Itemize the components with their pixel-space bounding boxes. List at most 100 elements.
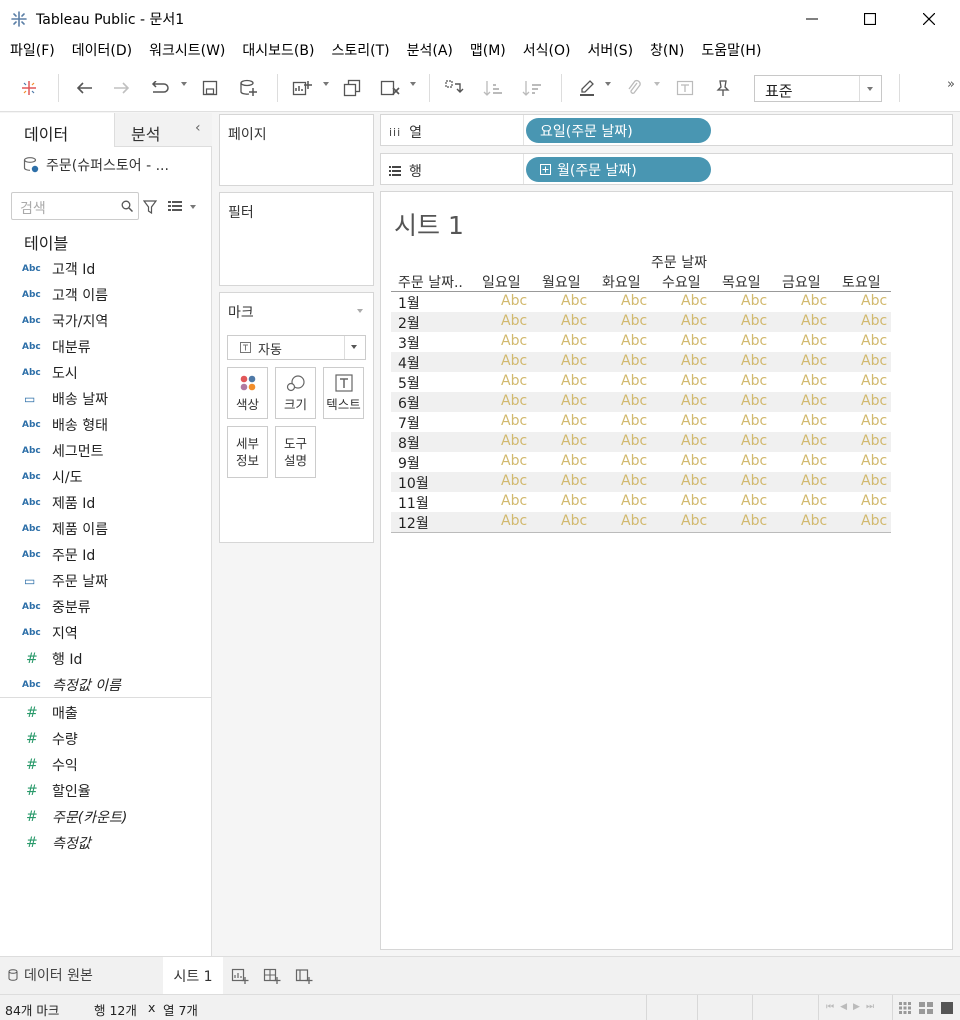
row-header[interactable]: 2월 xyxy=(398,313,420,333)
new-datasource-button[interactable] xyxy=(236,76,260,100)
table-cell[interactable]: Abc xyxy=(561,433,587,449)
table-cell[interactable]: Abc xyxy=(801,393,827,409)
table-cell[interactable]: Abc xyxy=(801,513,827,529)
field-search-input[interactable]: 검색 xyxy=(11,192,139,220)
table-cell[interactable]: Abc xyxy=(561,293,587,309)
tabs-view-icon[interactable] xyxy=(941,1002,953,1014)
field-item[interactable]: Abc 제품 Id xyxy=(22,490,210,516)
sort-ascending-button[interactable] xyxy=(481,76,505,100)
group-members-button[interactable] xyxy=(622,76,646,100)
table-cell[interactable]: Abc xyxy=(741,393,767,409)
table-cell[interactable]: Abc xyxy=(621,453,647,469)
menu-item-0[interactable]: 파일(F) xyxy=(4,38,61,64)
table-cell[interactable]: Abc xyxy=(741,293,767,309)
table-cell[interactable]: Abc xyxy=(801,293,827,309)
table-cell[interactable]: Abc xyxy=(561,513,587,529)
new-story-tab-button[interactable] xyxy=(293,965,315,987)
menu-item-4[interactable]: 스토리(T) xyxy=(325,38,395,64)
sheet-tab-sheet1[interactable]: 시트 1 xyxy=(163,957,223,995)
table-cell[interactable]: Abc xyxy=(741,373,767,389)
column-header[interactable]: 수요일 xyxy=(662,272,701,292)
menu-item-6[interactable]: 맵(M) xyxy=(464,38,512,64)
table-cell[interactable]: Abc xyxy=(801,353,827,369)
columns-pill-weekday[interactable]: 요일(주문 날짜) xyxy=(526,118,711,143)
column-header[interactable]: 목요일 xyxy=(722,272,761,292)
table-cell[interactable]: Abc xyxy=(861,413,887,429)
column-field-header[interactable]: 주문 날짜 xyxy=(651,252,707,272)
collapse-pane-icon[interactable]: ‹ xyxy=(195,120,201,136)
show-mark-labels-button[interactable] xyxy=(673,76,697,100)
minimize-button[interactable] xyxy=(783,0,841,38)
row-header[interactable]: 6월 xyxy=(398,393,420,413)
table-cell[interactable]: Abc xyxy=(501,353,527,369)
row-header[interactable]: 1월 xyxy=(398,293,420,313)
table-cell[interactable]: Abc xyxy=(561,373,587,389)
new-worksheet-tab-button[interactable] xyxy=(229,965,251,987)
table-cell[interactable]: Abc xyxy=(861,433,887,449)
column-header[interactable]: 화요일 xyxy=(602,272,641,292)
highlight-button[interactable] xyxy=(575,76,599,100)
group-dropdown-caret[interactable] xyxy=(654,82,660,86)
view-options-icon[interactable] xyxy=(168,201,182,212)
color-mark-button[interactable]: 색상 xyxy=(227,367,268,419)
table-cell[interactable]: Abc xyxy=(741,493,767,509)
table-cell[interactable]: Abc xyxy=(681,493,707,509)
table-cell[interactable]: Abc xyxy=(621,373,647,389)
label-mark-button[interactable]: 텍스트 xyxy=(323,367,364,419)
table-cell[interactable]: Abc xyxy=(621,473,647,489)
field-item[interactable]: # 측정값 xyxy=(22,830,210,856)
table-cell[interactable]: Abc xyxy=(741,313,767,329)
table-cell[interactable]: Abc xyxy=(561,453,587,469)
tooltip-mark-button[interactable]: 도구 설명 xyxy=(275,426,316,478)
table-cell[interactable]: Abc xyxy=(621,393,647,409)
new-dashboard-tab-button[interactable] xyxy=(261,965,283,987)
clear-sheet-button[interactable] xyxy=(378,76,402,100)
row-header[interactable]: 3월 xyxy=(398,333,420,353)
field-item[interactable]: Abc 대분류 xyxy=(22,334,210,360)
table-cell[interactable]: Abc xyxy=(801,433,827,449)
row-header[interactable]: 12월 xyxy=(398,513,429,533)
column-header[interactable]: 월요일 xyxy=(542,272,581,292)
field-item[interactable]: Abc 시/도 xyxy=(22,464,210,490)
table-cell[interactable]: Abc xyxy=(861,473,887,489)
menu-item-9[interactable]: 창(N) xyxy=(644,38,690,64)
table-cell[interactable]: Abc xyxy=(801,413,827,429)
row-header[interactable]: 4월 xyxy=(398,353,420,373)
table-cell[interactable]: Abc xyxy=(741,453,767,469)
table-cell[interactable]: Abc xyxy=(501,373,527,389)
tab-analysis[interactable]: 분석 ‹ xyxy=(114,113,212,147)
field-item[interactable]: Abc 도시 xyxy=(22,360,210,386)
field-item[interactable]: ▭ 주문 날짜 xyxy=(22,568,210,594)
table-cell[interactable]: Abc xyxy=(861,493,887,509)
table-cell[interactable]: Abc xyxy=(801,473,827,489)
undo-button[interactable] xyxy=(72,76,96,100)
filter-icon[interactable] xyxy=(143,200,157,214)
fix-axes-button[interactable] xyxy=(710,76,734,100)
new-sheet-dropdown-caret[interactable] xyxy=(323,82,329,86)
table-cell[interactable]: Abc xyxy=(561,313,587,329)
columns-shelf[interactable]: iii 열 요일(주문 날짜) xyxy=(380,114,953,146)
table-cell[interactable]: Abc xyxy=(501,313,527,329)
clear-dropdown-caret[interactable] xyxy=(410,82,416,86)
field-item[interactable]: Abc 지역 xyxy=(22,620,210,646)
table-cell[interactable]: Abc xyxy=(681,453,707,469)
rows-shelf[interactable]: 행 월(주문 날짜) xyxy=(380,153,953,185)
table-cell[interactable]: Abc xyxy=(501,453,527,469)
field-item[interactable]: Abc 국가/지역 xyxy=(22,308,210,334)
field-item[interactable]: # 행 Id xyxy=(22,646,210,672)
field-item[interactable]: Abc 측정값 이름 xyxy=(22,672,210,698)
table-cell[interactable]: Abc xyxy=(681,353,707,369)
grid-view-icon[interactable] xyxy=(899,1002,911,1014)
row-field-header[interactable]: 주문 날짜.. xyxy=(398,272,463,292)
table-cell[interactable]: Abc xyxy=(861,373,887,389)
datasource-item[interactable]: 주문(슈퍼스토어 - ... xyxy=(22,153,202,177)
menu-item-7[interactable]: 서식(O) xyxy=(517,38,577,64)
table-cell[interactable]: Abc xyxy=(561,473,587,489)
table-cell[interactable]: Abc xyxy=(621,293,647,309)
menu-item-5[interactable]: 분석(A) xyxy=(401,38,459,64)
table-cell[interactable]: Abc xyxy=(561,353,587,369)
table-cell[interactable]: Abc xyxy=(501,493,527,509)
expand-plus-icon[interactable] xyxy=(540,164,551,175)
table-cell[interactable]: Abc xyxy=(861,333,887,349)
table-cell[interactable]: Abc xyxy=(861,393,887,409)
